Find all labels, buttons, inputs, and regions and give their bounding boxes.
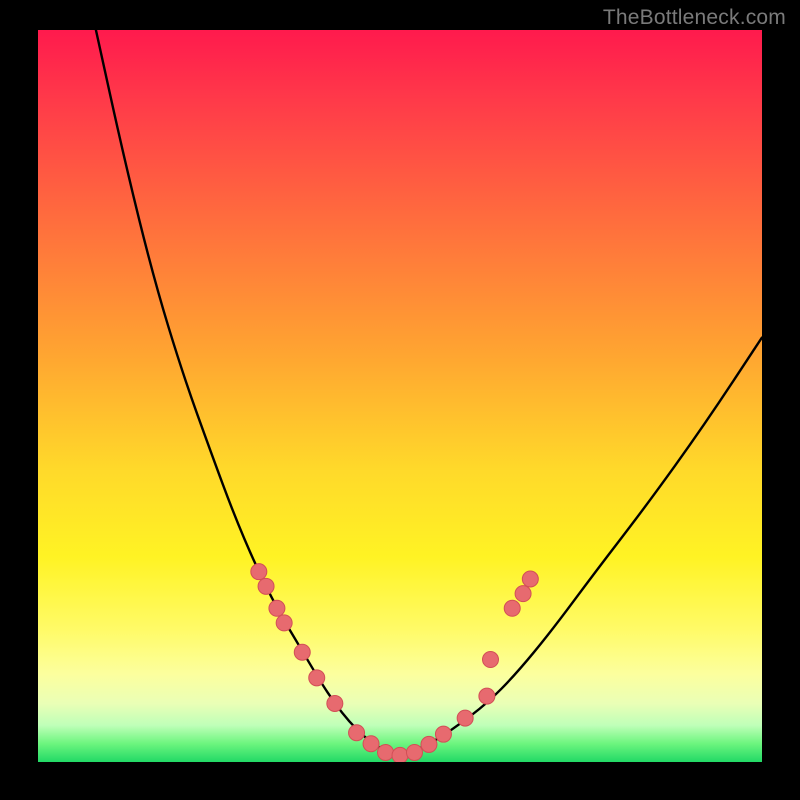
data-marker <box>392 747 408 762</box>
data-marker <box>515 586 531 602</box>
chart-stage: TheBottleneck.com <box>0 0 800 800</box>
data-marker <box>294 644 310 660</box>
data-marker <box>363 736 379 752</box>
data-marker <box>269 600 285 616</box>
data-marker <box>251 564 267 580</box>
data-marker <box>349 725 365 741</box>
data-marker <box>435 726 451 742</box>
data-marker <box>406 744 422 760</box>
data-marker <box>276 615 292 631</box>
data-marker <box>378 744 394 760</box>
data-marker <box>504 600 520 616</box>
right-curve <box>400 337 762 756</box>
data-marker <box>483 652 499 668</box>
data-marker <box>457 710 473 726</box>
data-marker <box>421 736 437 752</box>
curves-svg <box>38 30 762 762</box>
markers-group <box>251 564 539 762</box>
left-curve <box>96 30 400 756</box>
plot-area <box>38 30 762 762</box>
data-marker <box>522 571 538 587</box>
data-marker <box>479 688 495 704</box>
data-marker <box>309 670 325 686</box>
data-marker <box>258 578 274 594</box>
watermark-text: TheBottleneck.com <box>603 6 786 30</box>
data-marker <box>327 695 343 711</box>
